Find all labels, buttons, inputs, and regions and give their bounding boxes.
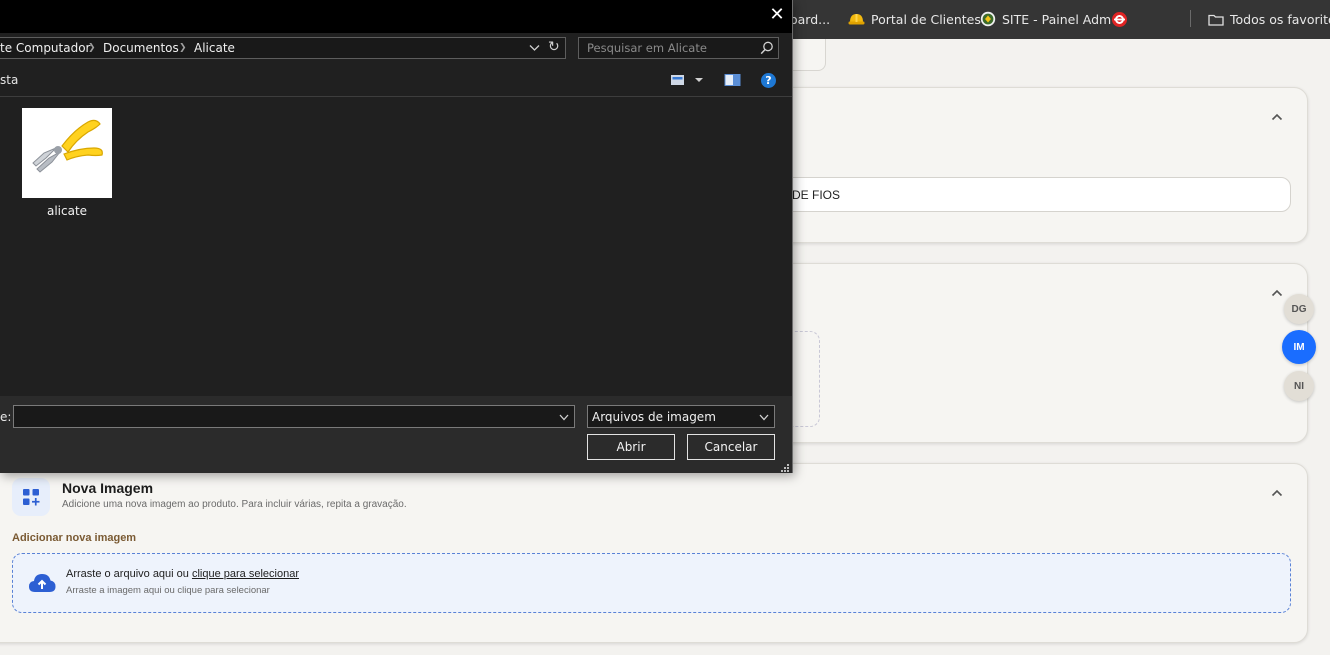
new-image-title: Nova Imagem <box>62 480 154 496</box>
chevron-right-icon: ❯ <box>179 43 187 53</box>
new-image-dropzone[interactable]: Arraste o arquivo aqui ou clique para se… <box>12 553 1291 613</box>
close-icon[interactable]: ✕ <box>767 6 787 26</box>
file-list-pane: alicate <box>0 96 792 396</box>
chevron-up-icon[interactable] <box>1269 485 1285 501</box>
chevron-down-icon[interactable] <box>559 414 569 421</box>
bookmark-label: oard... <box>790 11 831 27</box>
avatar-initials: DG <box>1291 303 1307 315</box>
folder-icon <box>1208 14 1224 26</box>
chevron-right-icon: ❯ <box>88 43 96 53</box>
dropzone-text: Arraste o arquivo aqui ou clique para se… <box>66 568 299 580</box>
view-dropdown-icon[interactable] <box>694 73 704 87</box>
dialog-footer: e: Arquivos de imagem Abrir Cancelar <box>0 396 792 473</box>
bookmark-dashboard[interactable]: oard... <box>790 9 830 29</box>
resize-grip-icon[interactable] <box>780 463 790 473</box>
red-logo-icon <box>1112 11 1127 27</box>
bookmarks-separator <box>1190 10 1191 27</box>
file-open-dialog: ✕ te Computador ❯ Documentos ❯ Alicate ↻… <box>0 0 793 473</box>
pliers-thumbnail <box>22 108 112 198</box>
search-box <box>578 37 779 59</box>
open-button[interactable]: Abrir <box>587 434 675 460</box>
file-name: alicate <box>46 204 88 218</box>
avatar-initials: IM <box>1293 341 1305 353</box>
file-item[interactable]: alicate <box>22 108 112 218</box>
all-bookmarks-label: Todos os favoritos <box>1230 11 1330 27</box>
filename-input[interactable] <box>14 406 554 427</box>
dropzone-hint: Arraste a imagem aqui ou clique para sel… <box>66 585 270 596</box>
filetype-value: Arquivos de imagem <box>592 410 716 424</box>
new-folder-label[interactable]: sta <box>0 73 18 87</box>
chevron-down-icon <box>759 414 769 421</box>
bookmark-label: Portal de Clientes <box>871 11 981 27</box>
bookmark-site-painel[interactable]: SITE - Painel Adm <box>980 9 1111 29</box>
all-bookmarks-folder[interactable]: Todos os favoritos <box>1208 9 1330 29</box>
avatar-im[interactable]: IM <box>1282 330 1316 364</box>
search-icon[interactable] <box>760 41 774 55</box>
preview-pane-icon[interactable] <box>724 73 741 87</box>
new-image-field-label: Adicionar nova imagem <box>12 532 137 544</box>
add-image-icon <box>12 478 50 516</box>
select-file-link[interactable]: clique para selecionar <box>192 568 299 580</box>
avatar-dg[interactable]: DG <box>1284 294 1314 324</box>
avatar-ni[interactable]: NI <box>1284 371 1314 401</box>
cancel-button[interactable]: Cancelar <box>687 434 775 460</box>
help-icon[interactable]: ? <box>761 73 776 88</box>
chevron-up-icon[interactable] <box>1269 285 1285 301</box>
chevron-up-icon[interactable] <box>1269 109 1285 125</box>
refresh-icon[interactable]: ↻ <box>548 39 560 55</box>
breadcrumb-documentos[interactable]: Documentos <box>103 41 179 55</box>
bookmark-red-site[interactable] <box>1111 9 1128 29</box>
filename-label: e: <box>0 410 12 424</box>
cloud-upload-icon <box>29 574 56 592</box>
dropzone-instruction: Arraste o arquivo aqui ou <box>66 568 192 580</box>
bookmark-portal-clientes[interactable]: Portal de Clientes <box>848 9 981 29</box>
site-logo-icon <box>980 11 996 27</box>
product-name-value: DE FIOS <box>792 188 841 202</box>
breadcrumb-computer[interactable]: te Computador <box>0 41 91 55</box>
filename-combobox <box>13 405 575 428</box>
breadcrumb-alicate[interactable]: Alicate <box>194 41 235 55</box>
search-input[interactable] <box>579 38 754 58</box>
filetype-select[interactable]: Arquivos de imagem <box>587 405 775 428</box>
helmet-icon <box>848 14 865 25</box>
chevron-down-icon[interactable] <box>529 44 540 52</box>
address-bar[interactable]: te Computador ❯ Documentos ❯ Alicate ↻ <box>0 37 566 59</box>
new-image-subtitle: Adicione uma nova imagem ao produto. Par… <box>62 499 407 510</box>
product-name-field[interactable]: DE FIOS <box>760 177 1291 212</box>
view-options-icon[interactable] <box>670 73 685 87</box>
avatar-initials: NI <box>1294 380 1304 392</box>
dialog-titlebar: ✕ <box>0 0 792 33</box>
bookmark-label: SITE - Painel Adm <box>1002 11 1112 27</box>
